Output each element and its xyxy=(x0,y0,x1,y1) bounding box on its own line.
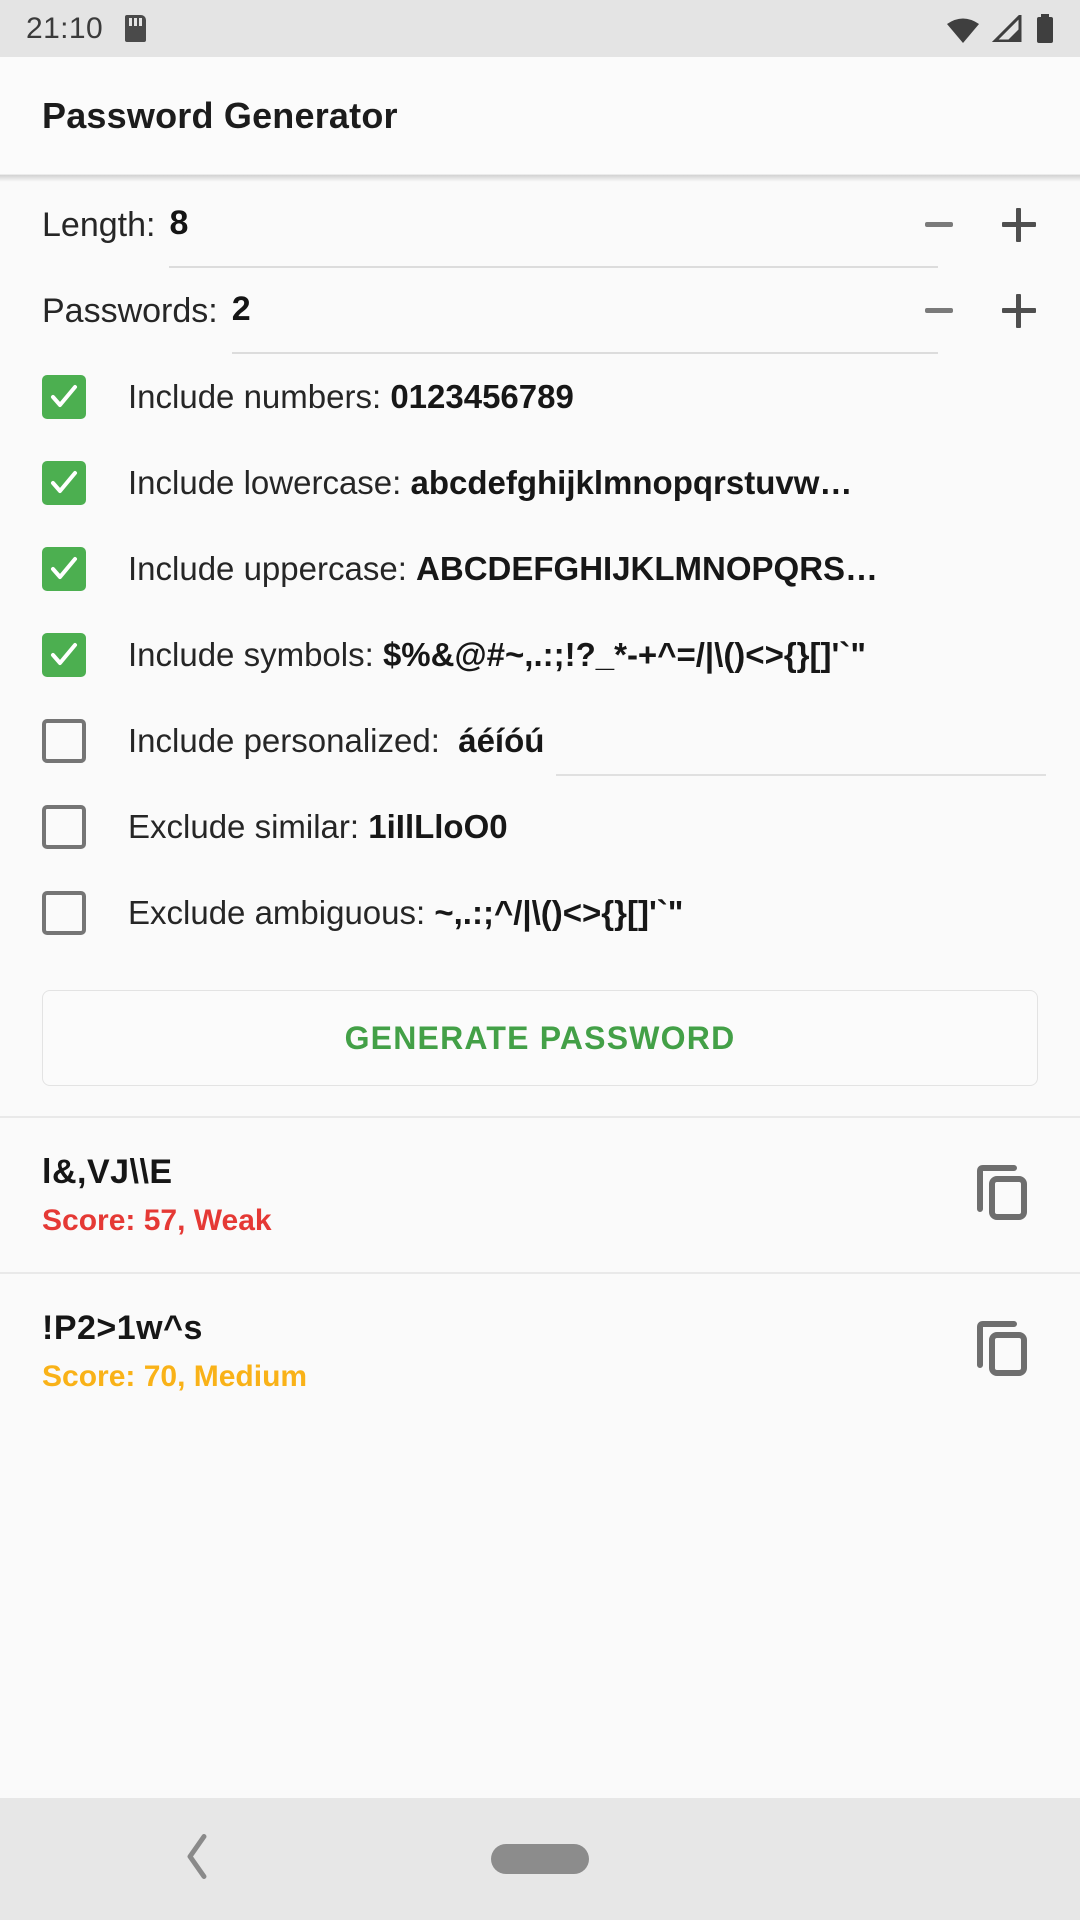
option-name: Include symbols: xyxy=(128,636,374,673)
sd-card-icon xyxy=(125,15,147,42)
result-row[interactable]: l&,VJ\\E Score: 57, Weak xyxy=(0,1118,1080,1272)
option-label-include-uppercase: Include uppercase: ABCDEFGHIJKLMNOPQRS… xyxy=(128,550,1038,588)
option-charset: 0123456789 xyxy=(390,378,574,415)
personalized-input[interactable] xyxy=(556,774,1046,776)
length-decrement-button[interactable] xyxy=(904,190,974,260)
option-row-include-lowercase[interactable]: Include lowercase: abcdefghijklmnopqrstu… xyxy=(0,440,1080,526)
option-name: Include uppercase: xyxy=(128,550,407,587)
option-name: Exclude ambiguous: xyxy=(128,894,426,931)
option-name: Include personalized: xyxy=(128,722,440,759)
option-label-include-symbols: Include symbols: $%&@#~,.:;!?_*-+^=/|\()… xyxy=(128,636,1038,674)
option-row-include-numbers[interactable]: Include numbers: 0123456789 xyxy=(0,354,1080,440)
passwords-row: Passwords: 2 xyxy=(0,268,1080,354)
result-content: l&,VJ\\E Score: 57, Weak xyxy=(42,1153,966,1238)
copy-icon xyxy=(976,1320,1028,1382)
password-score: Score: 70, Medium xyxy=(42,1359,308,1393)
page-title: Password Generator xyxy=(42,94,398,136)
option-row-include-personalized[interactable]: Include personalized: áéíóú xyxy=(0,698,1080,784)
battery-icon xyxy=(1036,13,1054,44)
password-score: Score: 57, Weak xyxy=(42,1203,272,1237)
cellular-signal-icon xyxy=(990,15,1022,42)
generate-button-wrap: GENERATE PASSWORD xyxy=(0,956,1080,1116)
checkbox-include-lowercase[interactable] xyxy=(42,461,86,505)
option-row-include-symbols[interactable]: Include symbols: $%&@#~,.:;!?_*-+^=/|\()… xyxy=(0,612,1080,698)
passwords-decrement-button[interactable] xyxy=(904,276,974,346)
copy-button[interactable] xyxy=(966,1315,1038,1387)
length-increment-button[interactable] xyxy=(984,190,1054,260)
option-charset: ~,.:;^/|\()<>{}[]'`" xyxy=(434,894,684,931)
home-pill[interactable] xyxy=(491,1844,589,1874)
length-value: 8 xyxy=(169,204,189,242)
passwords-increment-button[interactable] xyxy=(984,276,1054,346)
checkbox-include-personalized[interactable] xyxy=(42,719,86,763)
generated-password: l&,VJ\\E xyxy=(42,1152,173,1191)
passwords-label: Passwords: xyxy=(42,292,218,330)
content-filler xyxy=(0,1428,1080,1798)
option-label-exclude-ambiguous: Exclude ambiguous: ~,.:;^/|\()<>{}[]'`" xyxy=(128,894,1038,932)
passwords-value: 2 xyxy=(231,290,251,328)
copy-button[interactable] xyxy=(966,1159,1038,1231)
length-steppers xyxy=(904,182,1054,268)
system-nav-bar xyxy=(0,1798,1080,1920)
option-name: Include numbers: xyxy=(128,378,382,415)
option-charset: áéíóú xyxy=(458,722,545,759)
generate-password-button[interactable]: GENERATE PASSWORD xyxy=(42,990,1038,1086)
checkbox-exclude-ambiguous[interactable] xyxy=(42,891,86,935)
option-charset: 1iIlLloO0 xyxy=(368,808,508,845)
result-row[interactable]: !P2>1w^s Score: 70, Medium xyxy=(0,1274,1080,1428)
option-name: Exclude similar: xyxy=(128,808,360,845)
copy-icon xyxy=(976,1164,1028,1226)
checkbox-include-uppercase[interactable] xyxy=(42,547,86,591)
app-bar: Password Generator xyxy=(0,57,1080,175)
option-charset: $%&@#~,.:;!?_*-+^=/|\()<>{}[]'`" xyxy=(382,636,866,673)
option-charset: abcdefghijklmnopqrstuvw… xyxy=(410,464,853,501)
app-bar-shadow xyxy=(0,175,1080,182)
option-name: Include lowercase: xyxy=(128,464,402,501)
option-label-include-numbers: Include numbers: 0123456789 xyxy=(128,378,1038,416)
checkbox-include-symbols[interactable] xyxy=(42,633,86,677)
option-label-include-personalized: Include personalized: áéíóú xyxy=(128,722,1038,760)
status-right-icons xyxy=(946,13,1054,44)
option-label-include-lowercase: Include lowercase: abcdefghijklmnopqrstu… xyxy=(128,464,1038,502)
phone-screen: 21:10 Password Generator Length: 8 Passw… xyxy=(0,0,1080,1920)
length-label: Length: xyxy=(42,206,156,244)
wifi-icon xyxy=(946,16,979,43)
settings-content: Length: 8 Passwords: 2 Include numbers: … xyxy=(0,182,1080,1798)
status-left-icons xyxy=(125,15,147,42)
result-content: !P2>1w^s Score: 70, Medium xyxy=(42,1309,966,1394)
passwords-steppers xyxy=(904,268,1054,354)
length-row: Length: 8 xyxy=(0,182,1080,268)
option-label-exclude-similar: Exclude similar: 1iIlLloO0 xyxy=(128,808,1038,846)
option-charset: ABCDEFGHIJKLMNOPQRS… xyxy=(416,550,879,587)
status-bar: 21:10 xyxy=(0,0,1080,57)
length-input[interactable]: 8 xyxy=(169,182,938,268)
option-row-include-uppercase[interactable]: Include uppercase: ABCDEFGHIJKLMNOPQRS… xyxy=(0,526,1080,612)
back-icon[interactable] xyxy=(180,1831,214,1888)
option-row-exclude-ambiguous[interactable]: Exclude ambiguous: ~,.:;^/|\()<>{}[]'`" xyxy=(0,870,1080,956)
status-time: 21:10 xyxy=(26,11,104,45)
checkbox-exclude-similar[interactable] xyxy=(42,805,86,849)
passwords-input[interactable]: 2 xyxy=(231,268,938,354)
option-row-exclude-similar[interactable]: Exclude similar: 1iIlLloO0 xyxy=(0,784,1080,870)
generated-password: !P2>1w^s xyxy=(42,1308,203,1347)
checkbox-include-numbers[interactable] xyxy=(42,375,86,419)
